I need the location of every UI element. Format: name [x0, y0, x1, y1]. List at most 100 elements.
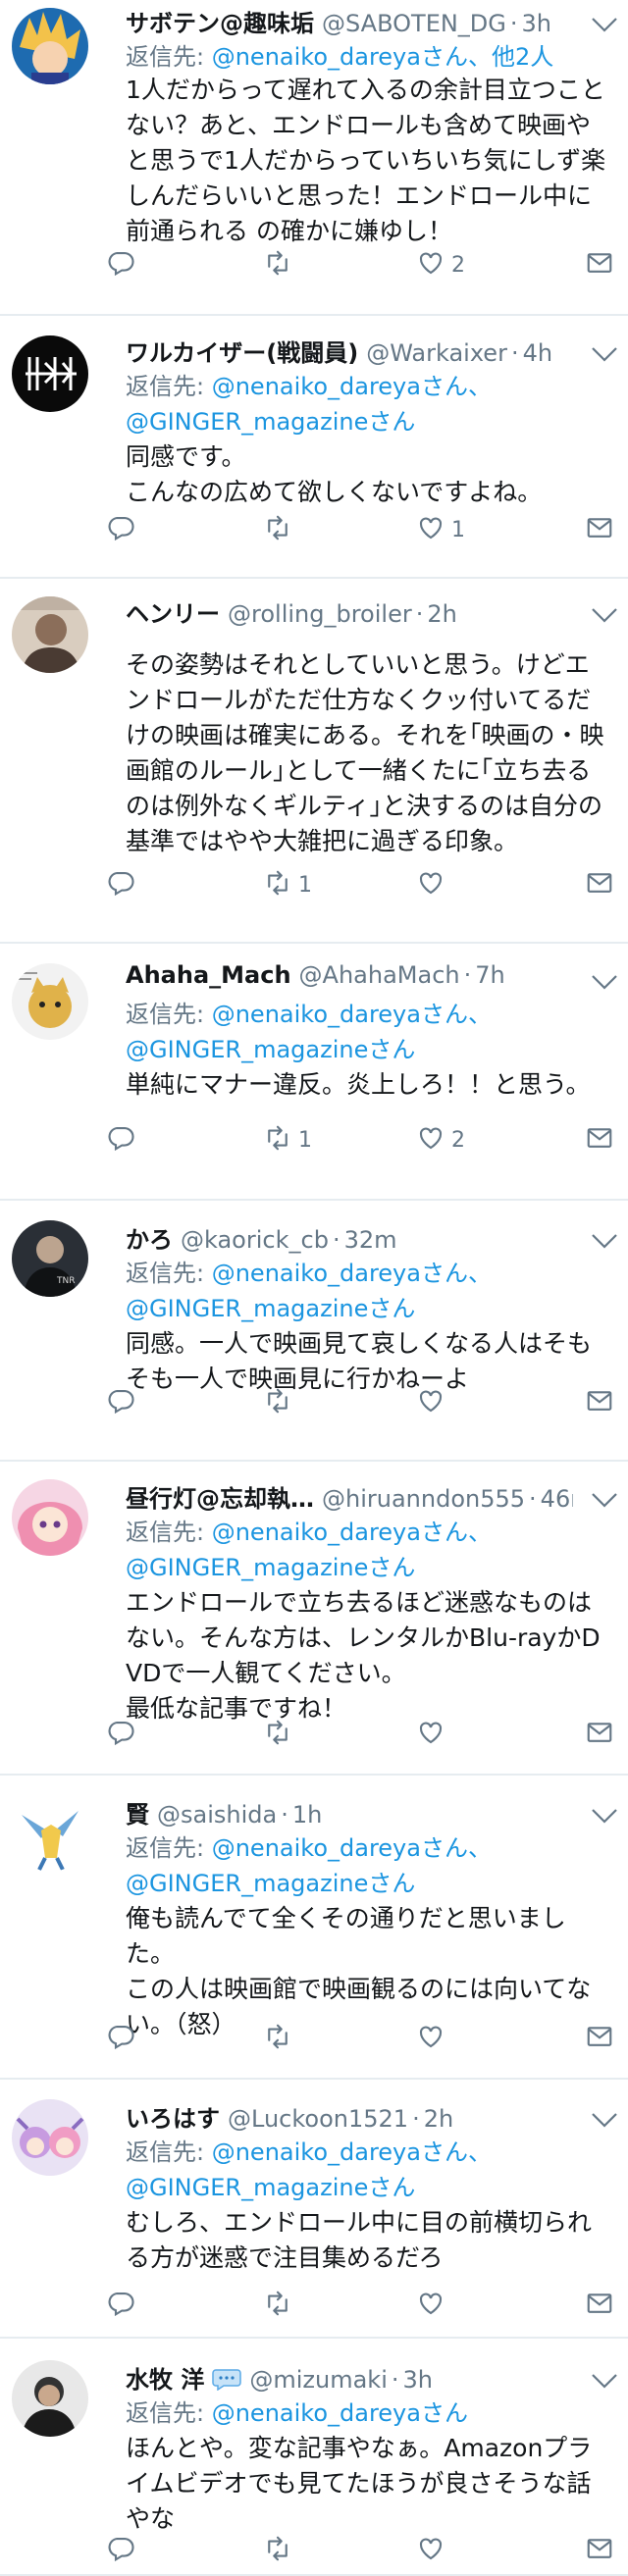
tweet-text: 単純にマナー違反。炎上しろ！！と思う。 [126, 1067, 612, 1103]
timestamp[interactable]: 2h [427, 600, 456, 628]
direct-message-button[interactable] [585, 2531, 614, 2570]
reply-button[interactable] [106, 1120, 135, 1159]
like-button[interactable] [416, 1383, 451, 1422]
display-name[interactable]: 賢 [126, 1795, 149, 1829]
display-name[interactable]: サボテン@趣味垢 [126, 4, 314, 38]
reply-mentions[interactable]: @nenaiko_dareyaさん [212, 2399, 468, 2427]
user-handle[interactable]: @Luckoon1521 [228, 2105, 408, 2133]
display-name[interactable]: 昼行灯@忘却執… [126, 1479, 314, 1514]
retweet-button[interactable] [263, 1383, 298, 1422]
like-button[interactable] [416, 865, 451, 904]
like-button[interactable]: 2 [416, 1120, 465, 1159]
retweet-button[interactable] [263, 2019, 298, 2058]
reply-button[interactable] [106, 2531, 135, 2570]
direct-message-button[interactable] [585, 510, 614, 549]
timestamp[interactable]: 4h [523, 339, 552, 367]
tweet-card[interactable]: 水牧 洋 @mizumaki · 3h 返信先: @nenaiko_dareyaさ… [0, 2339, 628, 2576]
avatar[interactable] [12, 596, 88, 673]
retweet-button[interactable]: 1 [263, 1120, 312, 1159]
timestamp[interactable]: 46m [541, 1485, 573, 1513]
timestamp[interactable]: 32m [344, 1226, 397, 1254]
reply-button[interactable] [106, 1383, 135, 1422]
avatar[interactable] [12, 335, 88, 412]
tweet-card[interactable]: いろはす @Luckoon1521 · 2h 返信先: @nenaiko_dare… [0, 2080, 628, 2339]
display-name[interactable]: 水牧 洋 [126, 2360, 204, 2395]
avatar[interactable] [12, 2360, 88, 2437]
reply-button[interactable] [106, 510, 135, 549]
tweet-card[interactable]: Ahaha_Mach @AhahaMach · 7h 返信先: @nenaiko_… [0, 944, 628, 1201]
tweet-card[interactable]: 賢 @saishida · 1h 返信先: @nenaiko_dareyaさん、@… [0, 1776, 628, 2080]
direct-message-button[interactable] [585, 1715, 614, 1754]
user-handle[interactable]: @AhahaMach [299, 961, 460, 989]
timestamp[interactable]: 3h [522, 10, 551, 37]
chevron-down-icon[interactable] [589, 343, 620, 365]
display-name[interactable]: かろ [126, 1220, 173, 1255]
reply-prefix: 返信先: [126, 1519, 212, 1546]
tweet-card[interactable]: TNR かろ @kaorick_cb · 32m 返信先: @nenaiko_da… [0, 1201, 628, 1462]
avatar[interactable] [12, 8, 88, 84]
chevron-down-icon[interactable] [589, 1489, 620, 1511]
timestamp[interactable]: 7h [475, 961, 504, 989]
retweet-button[interactable]: 1 [263, 865, 312, 904]
chevron-down-icon[interactable] [589, 971, 620, 993]
like-button[interactable]: 2 [416, 245, 465, 284]
like-button[interactable] [416, 2019, 451, 2058]
avatar[interactable] [12, 963, 88, 1040]
user-handle[interactable]: @Warkaixer [366, 339, 507, 367]
avatar[interactable] [12, 1795, 88, 1872]
user-handle[interactable]: @SABOTEN_DG [322, 10, 506, 37]
display-name[interactable]: ワルカイザー(戦闘員) [126, 334, 358, 368]
chevron-down-icon[interactable] [589, 2370, 620, 2392]
retweet-button[interactable] [263, 1715, 298, 1754]
user-handle[interactable]: @rolling_broiler [228, 600, 412, 628]
timestamp[interactable]: 1h [292, 1801, 322, 1829]
tweet-text: むしろ、エンドロール中に目の前横切られる方が迷惑で注目集めるだろ [126, 2205, 612, 2276]
direct-message-button[interactable] [585, 245, 614, 284]
reply-button[interactable] [106, 865, 135, 904]
user-handle[interactable]: @mizumaki [249, 2366, 388, 2394]
retweet-button[interactable] [263, 2286, 298, 2325]
tweet-card[interactable]: サボテン@趣味垢 @SABOTEN_DG · 3h 返信先: @nenaiko_d… [0, 0, 628, 316]
separator-dot: · [509, 10, 518, 37]
heart-icon [416, 2534, 445, 2567]
retweet-icon [263, 2534, 292, 2567]
reply-button[interactable] [106, 1715, 135, 1754]
user-handle[interactable]: @hiruanndon555 [322, 1485, 525, 1513]
display-name[interactable]: Ahaha_Mach [126, 961, 291, 989]
like-button[interactable]: 1 [416, 510, 465, 549]
chevron-down-icon[interactable] [589, 604, 620, 626]
direct-message-button[interactable] [585, 865, 614, 904]
avatar[interactable]: TNR [12, 1220, 88, 1297]
timestamp[interactable]: 3h [403, 2366, 433, 2394]
direct-message-button[interactable] [585, 1120, 614, 1159]
like-button[interactable] [416, 2531, 451, 2570]
reply-button[interactable] [106, 2286, 135, 2325]
direct-message-button[interactable] [585, 2019, 614, 2058]
display-name[interactable]: いろはす [126, 2099, 220, 2134]
reply-button[interactable] [106, 2019, 135, 2058]
retweet-button[interactable] [263, 2531, 298, 2570]
user-handle[interactable]: @saishida [157, 1801, 277, 1829]
chevron-down-icon[interactable] [589, 1230, 620, 1252]
avatar[interactable] [12, 2099, 88, 2176]
heart-icon [416, 513, 445, 546]
like-button[interactable] [416, 1715, 451, 1754]
tweet-card[interactable]: ヘンリー @rolling_broiler · 2h その姿勢はそれとしていいと思… [0, 579, 628, 944]
retweet-button[interactable] [263, 510, 298, 549]
reply-mentions[interactable]: @nenaiko_dareyaさん、他2人 [212, 43, 554, 71]
timestamp[interactable]: 2h [424, 2105, 453, 2133]
chevron-down-icon[interactable] [589, 14, 620, 35]
tweet-card[interactable]: 昼行灯@忘却執… @hiruanndon555 · 46m 返信先: @nenai… [0, 1462, 628, 1776]
tweet-text: その姿勢はそれとしていいと思う。けどエンドロールがただ仕方なくクッ付いてるだけの… [126, 647, 612, 859]
direct-message-button[interactable] [585, 2286, 614, 2325]
chevron-down-icon[interactable] [589, 2109, 620, 2131]
tweet-card[interactable]: ワルカイザー(戦闘員) @Warkaixer · 4h 返信先: @nenaiko… [0, 316, 628, 579]
reply-button[interactable] [106, 245, 135, 284]
user-handle[interactable]: @kaorick_cb [181, 1226, 329, 1254]
avatar[interactable] [12, 1479, 88, 1556]
display-name[interactable]: ヘンリー [126, 594, 220, 629]
like-button[interactable] [416, 2286, 451, 2325]
retweet-button[interactable] [263, 245, 298, 284]
chevron-down-icon[interactable] [589, 1805, 620, 1827]
direct-message-button[interactable] [585, 1383, 614, 1422]
